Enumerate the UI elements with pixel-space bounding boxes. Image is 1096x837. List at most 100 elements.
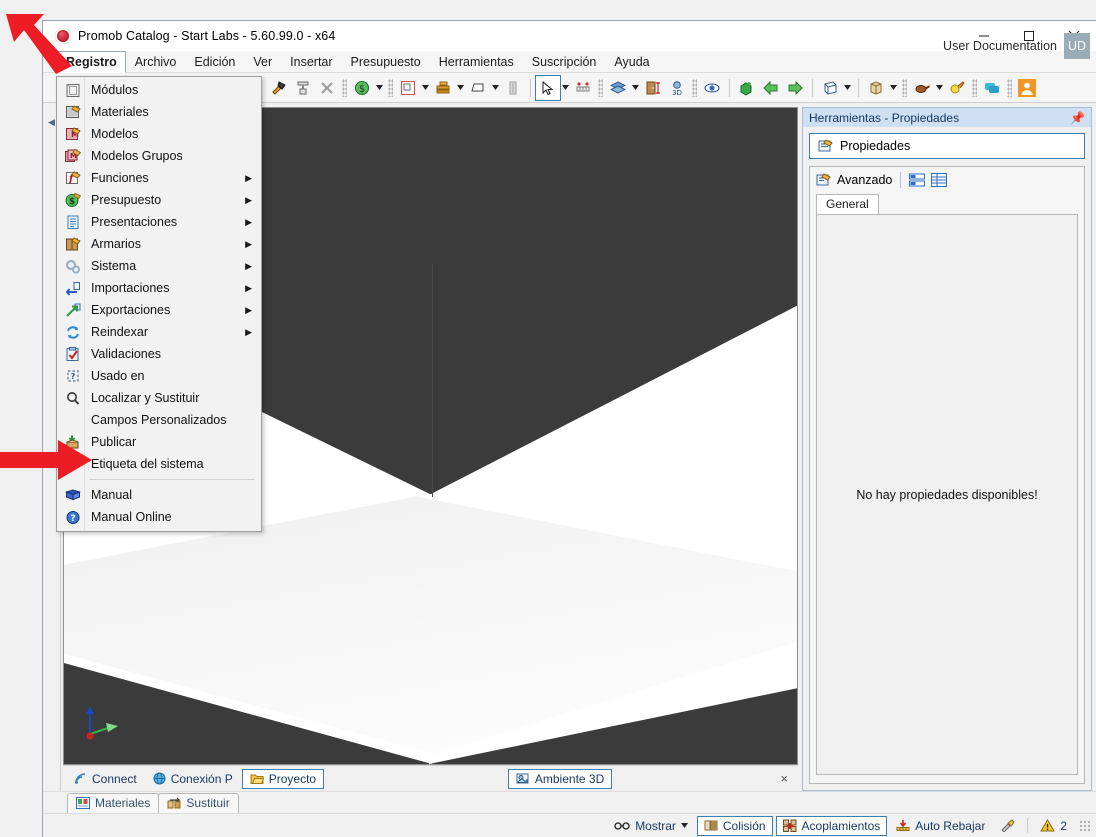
paint-roller-icon[interactable] (291, 76, 315, 100)
avatar[interactable]: UD (1064, 33, 1090, 59)
toolbar-grip-3 (598, 78, 603, 97)
cursor-dropdown-arrow-icon[interactable] (560, 76, 571, 100)
list-view-icon[interactable] (909, 173, 926, 187)
menu-presupuesto[interactable]: Presupuesto (342, 51, 430, 72)
viewport-tab-conexion-p[interactable]: Conexión P (146, 769, 240, 789)
dropdown-item-presentaciones[interactable]: Presentaciones ▶ (57, 211, 261, 233)
properties-button[interactable]: Propiedades (809, 133, 1085, 159)
dropdown-item-usado-en[interactable]: ? Usado en (57, 365, 261, 387)
dropdown-item-etiqueta-del-sistema[interactable]: Etiqueta del sistema (57, 453, 261, 475)
height-door-icon[interactable] (641, 76, 665, 100)
dropdown-item-modulos[interactable]: Módulos (57, 79, 261, 101)
menu-ver[interactable]: Ver (244, 51, 281, 72)
money-dollar-icon[interactable]: $ (350, 76, 374, 100)
viewport-tab-proyecto[interactable]: Proyecto (241, 768, 325, 789)
dropdown-item-modulos-label: Módulos (91, 83, 139, 97)
dropdown-item-localizar-sustituir[interactable]: Localizar y Sustituir (57, 387, 261, 409)
mostrar-dropdown-arrow-icon[interactable] (680, 823, 688, 828)
delete-x-icon[interactable] (315, 76, 339, 100)
measure-ruler-icon[interactable] (571, 76, 595, 100)
money-dropdown-arrow-icon[interactable] (374, 76, 385, 100)
add-module-icon[interactable] (735, 76, 759, 100)
bottom-tab-sustituir[interactable]: Sustituir (158, 793, 239, 813)
user-orange-icon[interactable] (1015, 76, 1039, 100)
dropdown-item-publicar[interactable]: Publicar (57, 431, 261, 453)
grid-view-icon[interactable] (931, 173, 948, 187)
dropdown-item-modelos[interactable]: M Modelos (57, 123, 261, 145)
cabinets-icon (61, 235, 85, 253)
dropdown-item-manual-online[interactable]: ? Manual Online (57, 506, 261, 528)
dropdown-item-exportaciones[interactable]: Exportaciones ▶ (57, 299, 261, 321)
box-wire-icon[interactable] (818, 76, 842, 100)
menu-archivo[interactable]: Archivo (126, 51, 186, 72)
menu-suscripcion[interactable]: Suscripción (523, 51, 606, 72)
arrow-right-green-icon[interactable] (783, 76, 807, 100)
view-3d-icon[interactable]: 3D (665, 76, 689, 100)
menu-herramientas[interactable]: Herramientas (430, 51, 523, 72)
shape-icon[interactable] (466, 76, 490, 100)
status-acoplamientos[interactable]: Acoplamientos (775, 815, 888, 836)
menu-ayuda[interactable]: Ayuda (605, 51, 658, 72)
layers-icon[interactable] (606, 76, 630, 100)
submenu-arrow-icon-8: ▶ (245, 326, 252, 337)
toolbar-grip-7 (1007, 78, 1012, 97)
room-dropdown-arrow-icon[interactable] (420, 76, 431, 100)
dropdown-item-validaciones[interactable]: Validaciones (57, 343, 261, 365)
dropdown-item-presupuesto[interactable]: $ Presupuesto ▶ (57, 189, 261, 211)
dropdown-item-etiqueta-del-sistema-label: Etiqueta del sistema (91, 457, 204, 471)
dropdown-item-funciones[interactable]: f Funciones ▶ (57, 167, 261, 189)
status-warning[interactable]: 2 (1034, 816, 1073, 836)
pot-render-icon[interactable] (910, 76, 934, 100)
tab-general[interactable]: General (816, 194, 879, 214)
bottom-tab-strip: Materiales Sustituir (43, 791, 1096, 813)
viewport-tab-ambiente-3d[interactable]: Ambiente 3D (507, 768, 613, 789)
pin-icon[interactable]: 📌 (1070, 111, 1085, 125)
lightbulb-icon[interactable] (945, 76, 969, 100)
toolbar-grip-2 (388, 78, 393, 97)
dropdown-item-armarios[interactable]: Armarios ▶ (57, 233, 261, 255)
column-icon[interactable] (501, 76, 525, 100)
dropdown-item-reindexar[interactable]: Reindexar ▶ (57, 321, 261, 343)
chat-bubble-icon[interactable] (980, 76, 1004, 100)
box-dropdown-arrow-icon[interactable] (842, 76, 853, 100)
status-tool[interactable] (994, 816, 1021, 836)
advanced-button[interactable]: Avanzado (816, 173, 892, 187)
crate-dropdown-arrow-icon[interactable] (888, 76, 899, 100)
dropdown-item-manual[interactable]: Manual (57, 484, 261, 506)
menu-registro[interactable]: Registro (57, 51, 126, 73)
menu-registro-label: Registro (66, 55, 117, 69)
menu-edicion[interactable]: Edición (185, 51, 244, 72)
viewport-close-icon[interactable]: × (780, 771, 788, 786)
dropdown-item-sistema[interactable]: Sistema ▶ (57, 255, 261, 277)
status-auto-rebajar[interactable]: Auto Rebajar (890, 816, 991, 836)
layers-dropdown-arrow-icon[interactable] (630, 76, 641, 100)
shape-dropdown-arrow-icon[interactable] (490, 76, 501, 100)
viewport-tab-connect[interactable]: Connect (67, 769, 144, 789)
status-warning-count: 2 (1060, 818, 1067, 833)
title-bar: Promob Catalog - Start Labs - 5.60.99.0 … (43, 21, 1096, 51)
pot-dropdown-arrow-icon[interactable] (934, 76, 945, 100)
wall-dropdown-arrow-icon[interactable] (455, 76, 466, 100)
app-root: Promob Catalog - Start Labs - 5.60.99.0 … (0, 0, 1096, 837)
cursor-select-icon[interactable] (535, 74, 561, 101)
hammer-icon[interactable] (267, 76, 291, 100)
menu-insertar[interactable]: Insertar (281, 51, 341, 72)
dropdown-item-modelos-grupos[interactable]: M Modelos Grupos (57, 145, 261, 167)
status-mostrar[interactable]: Mostrar (608, 816, 694, 836)
user-info[interactable]: User Documentation UD (943, 31, 1090, 61)
dropdown-item-importaciones[interactable]: Importaciones ▶ (57, 277, 261, 299)
dropdown-divider (89, 479, 255, 480)
arrow-left-green-icon[interactable] (759, 76, 783, 100)
resize-grip[interactable] (1078, 819, 1090, 832)
wall-brick-icon[interactable] (431, 76, 455, 100)
eye-visibility-icon[interactable] (700, 76, 724, 100)
validations-icon (61, 345, 85, 363)
room-plan-icon[interactable] (396, 76, 420, 100)
rail-collapse-icon[interactable]: ◀ (48, 117, 55, 128)
dropdown-item-manual-label: Manual (91, 488, 132, 502)
status-colision[interactable]: Colisión (696, 815, 773, 836)
crate-icon[interactable] (864, 76, 888, 100)
dropdown-item-materiales[interactable]: Materiales (57, 101, 261, 123)
dropdown-item-campos-personalizados[interactable]: Campos Personalizados (57, 409, 261, 431)
bottom-tab-materiales[interactable]: Materiales (67, 793, 160, 813)
